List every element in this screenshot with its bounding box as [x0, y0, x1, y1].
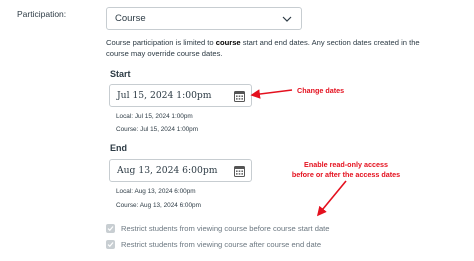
participation-label: Participation: — [17, 9, 67, 19]
restrict-after-end-label: Restrict students from viewing course af… — [121, 240, 322, 249]
restrict-before-start-label: Restrict students from viewing course be… — [121, 224, 330, 233]
start-local-time: Local: Jul 15, 2024 1:00pm — [116, 113, 193, 120]
change-dates-annotation: Change dates — [297, 86, 345, 95]
end-date-input[interactable]: Aug 13, 2024 6:00pm — [109, 159, 252, 182]
end-local-time: Local: Aug 13, 2024 6:00pm — [116, 188, 196, 195]
checkmark-icon — [107, 226, 114, 232]
restrict-before-start-checkbox[interactable] — [106, 224, 115, 233]
participation-select[interactable]: Course — [106, 7, 302, 30]
change-dates-arrow — [250, 89, 293, 99]
calendar-icon[interactable] — [234, 90, 245, 102]
calendar-icon[interactable] — [234, 165, 245, 177]
checkmark-icon — [107, 242, 114, 248]
start-course-time: Course: Jul 15, 2024 1:00pm — [116, 126, 199, 133]
chevron-down-icon — [282, 16, 292, 22]
participation-help-text: Course participation is limited to cours… — [106, 38, 420, 58]
end-heading: End — [110, 143, 127, 153]
start-heading: Start — [110, 69, 131, 79]
start-date-input[interactable]: Jul 15, 2024 1:00pm — [109, 84, 252, 107]
read-only-arrow — [316, 180, 347, 217]
restrict-before-start-checkbox-row[interactable]: Restrict students from viewing course be… — [106, 224, 330, 233]
end-course-time: Course: Aug 13, 2024 6:00pm — [116, 202, 201, 209]
end-date-value: Aug 13, 2024 6:00pm — [117, 165, 218, 176]
start-date-value: Jul 15, 2024 1:00pm — [117, 90, 212, 101]
read-only-annotation: Enable read-only access before or after … — [291, 160, 401, 179]
restrict-after-end-checkbox[interactable] — [106, 240, 115, 249]
participation-select-value: Course — [115, 13, 146, 24]
restrict-after-end-checkbox-row[interactable]: Restrict students from viewing course af… — [106, 240, 321, 249]
